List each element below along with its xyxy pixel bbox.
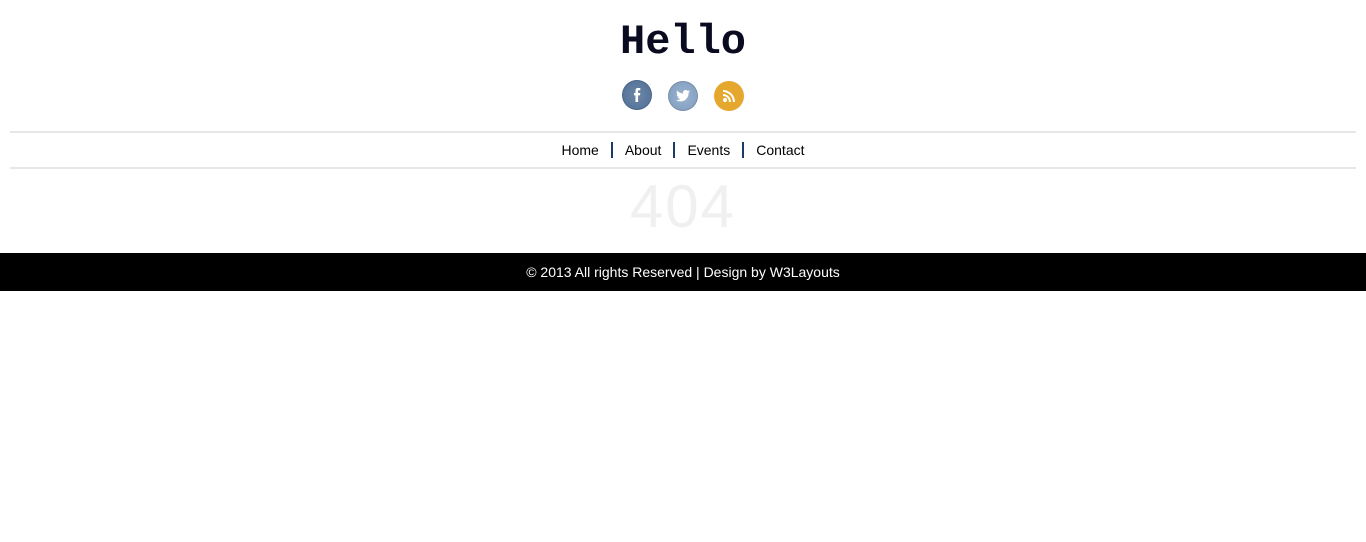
nav-home[interactable]: Home [549,142,612,158]
nav-contact[interactable]: Contact [744,142,816,158]
header: Hello [0,0,1366,123]
social-links [0,80,1366,111]
content: 404 [10,169,1356,253]
main-nav: Home About Events Contact [10,131,1356,169]
nav-about[interactable]: About [613,142,676,158]
error-code: 404 [10,177,1356,237]
nav-events[interactable]: Events [675,142,744,158]
facebook-icon[interactable] [622,80,652,110]
footer-link[interactable]: W3Layouts [770,264,840,280]
logo-text: Hello [618,18,748,66]
facebook-glyph [633,88,641,102]
rss-glyph [723,90,735,102]
footer: © 2013 All rights Reserved | Design by W… [0,253,1366,291]
footer-text: © 2013 All rights Reserved | Design by [526,264,770,280]
rss-icon[interactable] [714,81,744,111]
logo[interactable]: Hello [0,18,1366,66]
twitter-glyph [676,90,690,102]
twitter-icon[interactable] [668,81,698,111]
